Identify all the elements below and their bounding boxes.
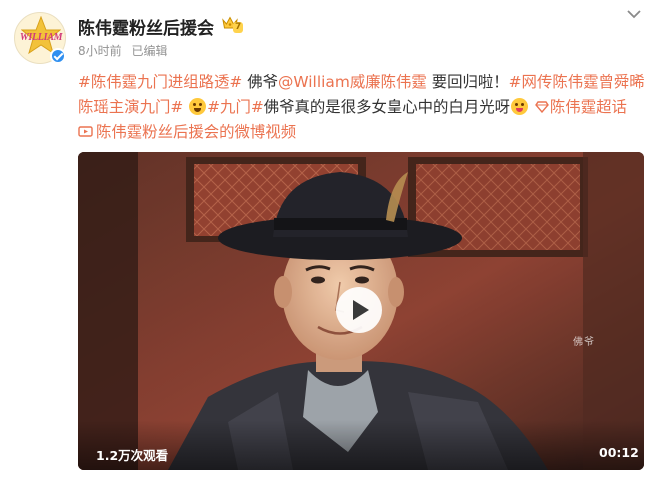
weibo-post-card: WILLIAM 陈伟霆粉丝后援会 7 8小时前 已编辑 #陈伟霆九门进组路透# … [0,0,660,480]
video-player[interactable]: 佛爷 1.2万次观看 00:12 [78,152,644,470]
video-watermark: 佛爷 [573,337,595,348]
video-link-icon [78,126,93,137]
edited-label[interactable]: 已编辑 [131,44,167,58]
hashtag-link[interactable]: #陈伟霆九门进组路透# [78,73,242,91]
view-count: 1.2万次观看 [96,448,169,463]
post-text-segment: 佛爷真的是很多女皇心中的白月光呀 [263,98,510,116]
video-duration: 00:12 [599,445,639,460]
hashtag-link[interactable]: #网传陈伟霆曾舜晞 [509,73,645,91]
vip-crown-icon[interactable]: 7 [222,14,246,34]
play-button[interactable] [336,287,382,333]
supertopic-link[interactable]: 陈伟霆超话 [550,98,627,116]
post-meta: 8小时前 已编辑 [78,42,167,59]
heart-eyes-emoji [511,98,528,115]
avatar-logo-text: WILLIAM [19,32,63,43]
chevron-down-icon[interactable] [626,8,642,20]
post-text-segment: 要回归啦！ [431,73,509,91]
author-name[interactable]: 陈伟霆粉丝后援会 [78,14,214,39]
post-text: #陈伟霆九门进组路透# 佛爷@William威廉陈伟霆 要回归啦！#网传陈伟霆曾… [78,70,648,145]
vip-level: 7 [233,22,244,33]
hashtag-link[interactable]: #九门# [207,98,264,116]
laughing-face-emoji [189,98,207,115]
gem-icon [535,101,549,113]
post-time[interactable]: 8小时前 [78,44,122,58]
post-text-segment: 佛爷 [247,73,279,91]
mention-link[interactable]: @William威廉陈伟霆 [278,73,427,91]
post-text-line-1: #陈伟霆九门进组路透# 佛爷@William威廉陈伟霆 要回归啦！#网传陈伟霆曾… [78,70,648,95]
play-icon [353,300,369,320]
hashtag-link-continued[interactable]: 陈瑶主演九门# [78,98,183,116]
post-text-line-3: 陈伟霆粉丝后援会的微博视频 [78,120,648,145]
video-link[interactable]: 陈伟霆粉丝后援会的微博视频 [96,123,296,141]
post-text-line-2: 陈瑶主演九门# #九门#佛爷真的是很多女皇心中的白月光呀 陈伟霆超话 [78,95,648,120]
verified-badge-icon [50,48,66,64]
